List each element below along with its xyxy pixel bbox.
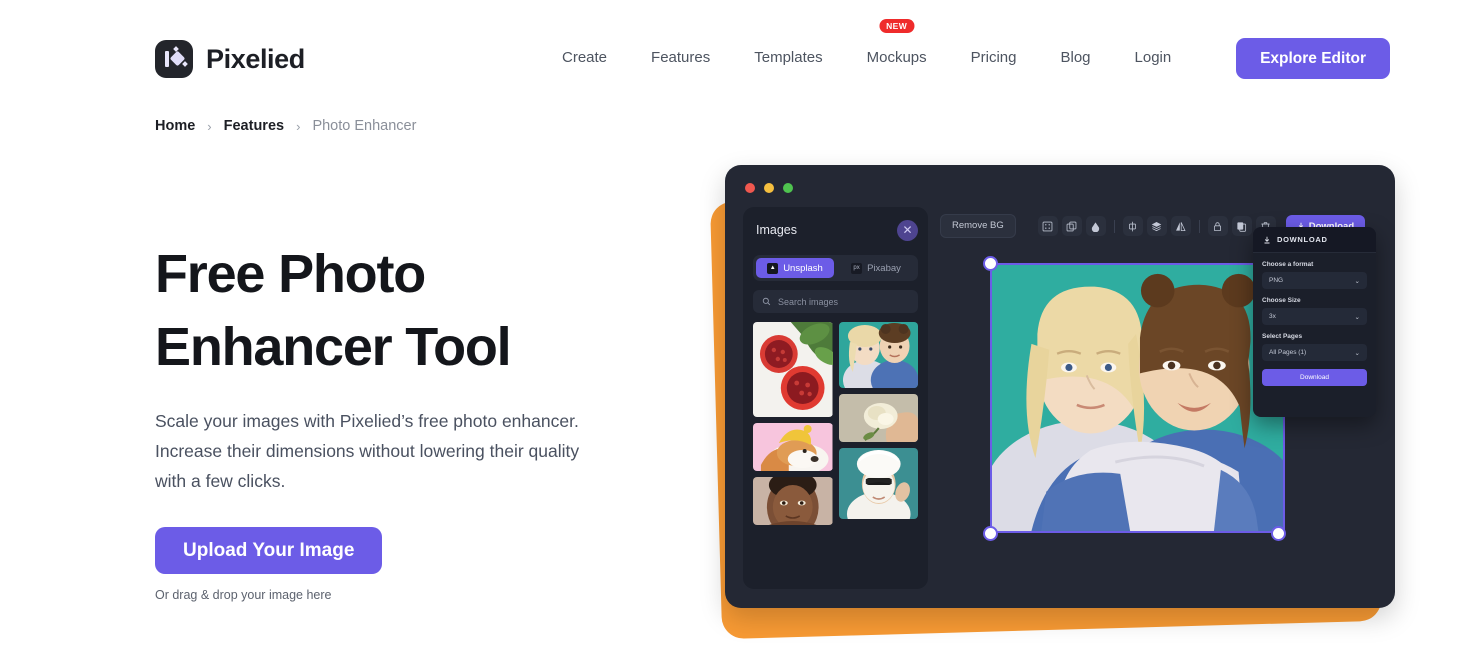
- nav-label: Mockups: [866, 49, 927, 66]
- tab-pixabay[interactable]: px Pixabay: [837, 258, 915, 278]
- nav-item-mockups[interactable]: NEW Mockups: [845, 19, 949, 76]
- site-header: Pixelied Create Features Templates NEW M…: [0, 0, 1480, 110]
- tab-unsplash[interactable]: ▲ Unsplash: [756, 258, 834, 278]
- unsplash-icon: ▲: [767, 262, 779, 274]
- nav-label: Features: [651, 49, 711, 66]
- images-panel-title: Images: [756, 223, 797, 237]
- brand-name: Pixelied: [206, 43, 305, 74]
- nav-label: Login: [1134, 49, 1172, 66]
- format-label: Choose a format: [1262, 261, 1314, 268]
- nav-item-create[interactable]: Create: [540, 40, 629, 76]
- download-dropdown-panel: DOWNLOAD Choose a format PNG ⌄ Choose Si…: [1253, 227, 1376, 417]
- remove-bg-button[interactable]: Remove BG: [940, 214, 1016, 238]
- image-thumbnail-grid: [753, 322, 918, 525]
- nav-label: Pricing: [970, 49, 1017, 66]
- toolbar-divider: [1113, 219, 1115, 233]
- editor-window: Images ✕ ▲ Unsplash px Pixabay Search im…: [725, 165, 1395, 608]
- tab-label: Pixabay: [867, 262, 901, 274]
- layers-icon[interactable]: [1146, 216, 1167, 236]
- hero-subtitle: Scale your images with Pixelied’s free p…: [155, 411, 580, 492]
- maximize-window-dot[interactable]: [783, 183, 793, 193]
- download-panel-body: Choose a format PNG ⌄ Choose Size 3x ⌄ S…: [1253, 253, 1376, 386]
- search-icon: [762, 297, 771, 306]
- nav-label: Templates: [754, 49, 823, 66]
- pomegranate-thumb[interactable]: [753, 322, 833, 417]
- format-select[interactable]: PNG ⌄: [1262, 272, 1367, 289]
- tab-label: Unsplash: [783, 262, 823, 274]
- editor-mockup: Images ✕ ▲ Unsplash px Pixabay Search im…: [690, 145, 1480, 655]
- lock-icon[interactable]: [1207, 216, 1228, 236]
- minimize-window-dot[interactable]: [764, 183, 774, 193]
- nav-label: Blog: [1060, 49, 1091, 66]
- window-traffic-lights: [745, 183, 793, 193]
- explore-editor-button[interactable]: Explore Editor: [1236, 38, 1390, 79]
- landing-page: Pixelied Create Features Templates NEW M…: [0, 0, 1480, 668]
- format-value: PNG: [1269, 277, 1284, 284]
- search-placeholder: Search images: [778, 296, 839, 307]
- nav-item-blog[interactable]: Blog: [1039, 40, 1113, 76]
- nav-item-login[interactable]: Login: [1113, 40, 1194, 76]
- download-icon: [1264, 236, 1270, 243]
- images-panel: Images ✕ ▲ Unsplash px Pixabay Search im…: [743, 207, 928, 589]
- resize-handle-top-left[interactable]: [983, 256, 998, 271]
- new-badge: NEW: [879, 19, 915, 33]
- copy-icon[interactable]: [1231, 216, 1252, 236]
- woman-portrait-thumb[interactable]: [753, 477, 833, 525]
- align-icon[interactable]: [1122, 216, 1143, 236]
- duplicate-icon[interactable]: [1061, 216, 1082, 236]
- images-panel-header: Images ✕: [753, 217, 918, 243]
- resize-handle-bottom-left[interactable]: [983, 526, 998, 541]
- close-icon[interactable]: ✕: [897, 219, 918, 241]
- shiba-dog-yellow-hat-thumb[interactable]: [753, 423, 833, 471]
- flip-icon[interactable]: [1170, 216, 1191, 236]
- toolbar-divider: [1198, 219, 1200, 233]
- main-navigation: Create Features Templates NEW Mockups Pr…: [540, 19, 1194, 76]
- pages-label: Select Pages: [1262, 333, 1303, 340]
- brand-logo[interactable]: Pixelied: [155, 40, 305, 78]
- opacity-icon[interactable]: [1085, 216, 1106, 236]
- download-confirm-button[interactable]: Download: [1262, 369, 1367, 386]
- breadcrumb-item-features[interactable]: Features: [224, 118, 284, 134]
- drag-drop-note: Or drag & drop your image here: [155, 588, 332, 602]
- breadcrumb: Home › Features › Photo Enhancer: [155, 118, 416, 134]
- download-panel-header: DOWNLOAD: [1253, 227, 1376, 253]
- nav-label: Create: [562, 49, 608, 66]
- pixabay-icon: px: [851, 262, 863, 274]
- chevron-down-icon: ⌄: [1354, 313, 1360, 321]
- nav-item-features[interactable]: Features: [629, 40, 732, 76]
- search-input[interactable]: Search images: [753, 290, 918, 313]
- size-value: 3x: [1269, 313, 1276, 320]
- resize-handle-bottom-right[interactable]: [1271, 526, 1286, 541]
- chevron-down-icon: ⌄: [1354, 349, 1360, 357]
- woman-face-mask-towel-thumb[interactable]: [838, 448, 918, 519]
- close-window-dot[interactable]: [745, 183, 755, 193]
- pages-value: All Pages (1): [1269, 349, 1307, 356]
- size-label: Choose Size: [1262, 297, 1301, 304]
- size-select[interactable]: 3x ⌄: [1262, 308, 1367, 325]
- position-icon[interactable]: [1037, 216, 1058, 236]
- page-title: Free Photo Enhancer Tool: [155, 244, 512, 378]
- pixelied-logo-icon: [155, 40, 193, 78]
- image-source-tabs: ▲ Unsplash px Pixabay: [753, 255, 918, 281]
- selected-image[interactable]: [990, 263, 1285, 533]
- upload-image-button[interactable]: Upload Your Image: [155, 527, 383, 574]
- nav-item-templates[interactable]: Templates: [732, 40, 844, 76]
- chevron-down-icon: ⌄: [1354, 277, 1360, 285]
- download-panel-title: DOWNLOAD: [1277, 235, 1328, 244]
- breadcrumb-item-current: Photo Enhancer: [312, 118, 417, 134]
- chevron-right-icon: ›: [207, 118, 212, 134]
- white-rose-in-hand-thumb[interactable]: [838, 394, 918, 442]
- nav-item-pricing[interactable]: Pricing: [949, 40, 1039, 76]
- breadcrumb-item-home[interactable]: Home: [155, 118, 195, 134]
- pages-select[interactable]: All Pages (1) ⌄: [1262, 344, 1367, 361]
- chevron-right-icon: ›: [296, 118, 301, 134]
- two-girls-hugging-thumb[interactable]: [838, 322, 918, 388]
